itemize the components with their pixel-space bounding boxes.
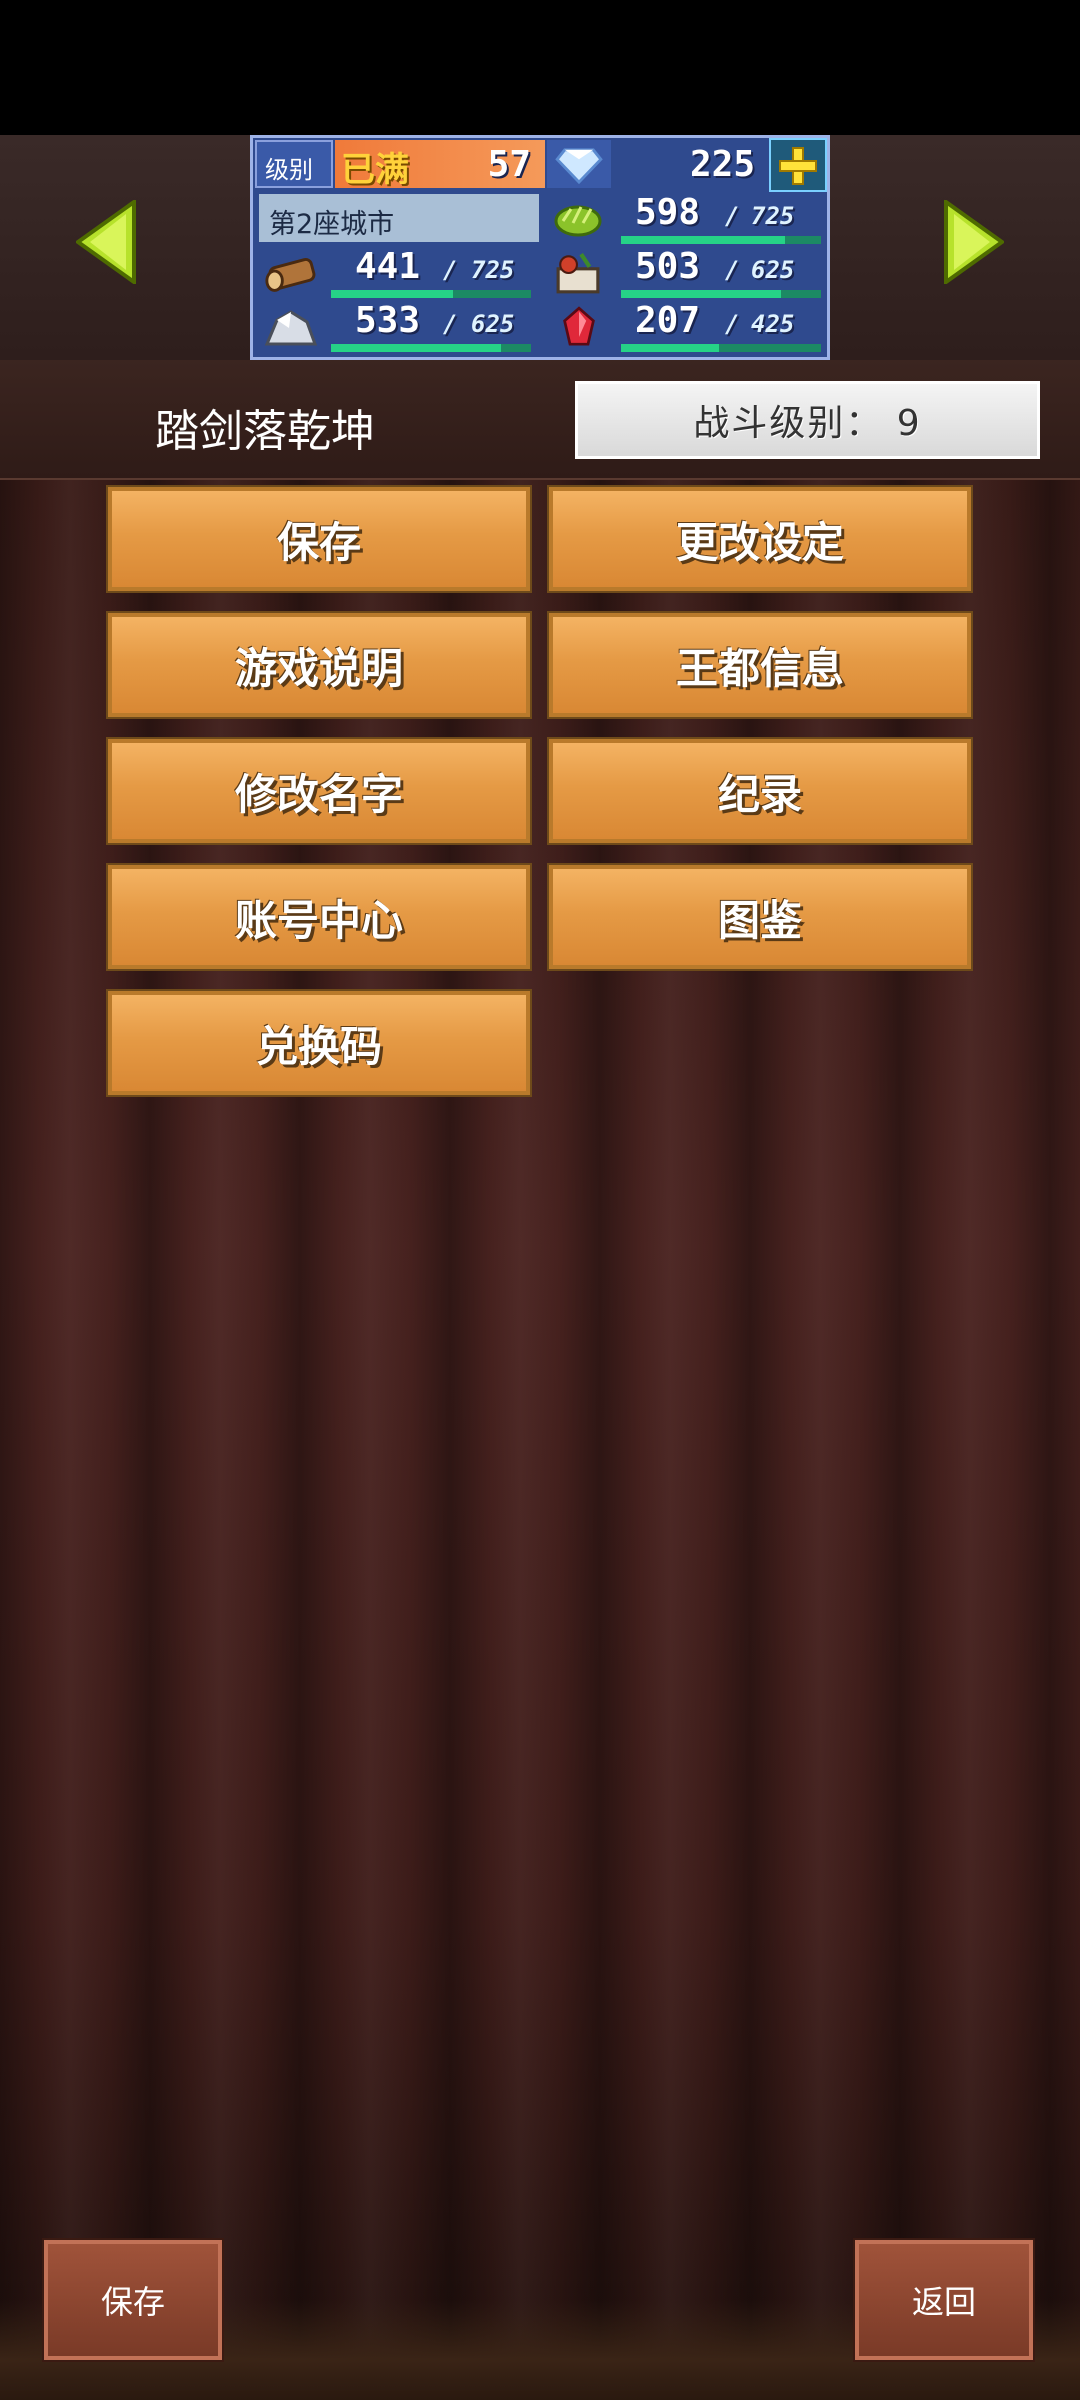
bottom-save-button[interactable]: 保存 xyxy=(42,2238,224,2362)
food-separator: / xyxy=(725,256,740,284)
food-max: 625 xyxy=(751,256,795,284)
ruby-max: 425 xyxy=(751,310,795,338)
wood-max: 725 xyxy=(471,256,515,284)
gem-icon-cell xyxy=(547,140,611,188)
gem-value-cell: 225 xyxy=(613,140,763,188)
wood-progress-bar xyxy=(331,290,531,298)
stone-ore-icon xyxy=(264,310,318,346)
game-guide-button[interactable]: 游戏说明 xyxy=(106,611,532,719)
player-name: 踏剑落乾坤 xyxy=(155,406,375,457)
status-bar xyxy=(0,0,1080,135)
stone-progress-bar xyxy=(331,344,531,352)
capital-info-button[interactable]: 王都信息 xyxy=(547,611,973,719)
ruby-progress-bar xyxy=(621,344,821,352)
ruby-progress-fill xyxy=(621,344,719,352)
plus-icon xyxy=(779,147,817,185)
food-value-cell: 503 / 625 xyxy=(613,246,823,300)
wood-value-cell: 441 / 725 xyxy=(325,246,539,300)
change-settings-button[interactable]: 更改设定 xyxy=(547,485,973,593)
grass-icon xyxy=(554,205,602,237)
ruby-icon xyxy=(563,306,595,346)
wood-progress-fill xyxy=(331,290,453,298)
diamond-icon xyxy=(555,148,603,184)
ruby-value: 207 xyxy=(635,300,701,341)
records-button[interactable]: 纪录 xyxy=(547,737,973,845)
grass-value-cell: 598 / 725 xyxy=(613,192,823,246)
grass-progress-fill xyxy=(621,236,785,244)
back-button[interactable]: 返回 xyxy=(853,2238,1035,2362)
ruby-value-cell: 207 / 425 xyxy=(613,300,823,356)
ruby-separator: / xyxy=(725,310,740,338)
city-name: 第2座城市 xyxy=(269,209,395,240)
food-basket-icon xyxy=(556,253,600,294)
level-value-cell: 已满 57 xyxy=(335,140,545,190)
food-value: 503 xyxy=(635,246,701,287)
level-label: 级别 xyxy=(265,156,313,184)
grass-max: 725 xyxy=(751,202,795,230)
city-name-cell: 第2座城市 xyxy=(259,194,539,242)
battle-level-box: 战斗级别： 9 xyxy=(575,381,1040,459)
wood-log-icon xyxy=(265,258,316,292)
account-center-button[interactable]: 账号中心 xyxy=(106,863,532,971)
food-progress-fill xyxy=(621,290,781,298)
stone-max: 625 xyxy=(471,310,515,338)
grass-progress-bar xyxy=(621,236,821,244)
ruby-icon-cell xyxy=(547,302,611,354)
max-level-badge: 已满 xyxy=(341,150,409,190)
wood-icon-cell xyxy=(259,248,323,298)
prev-city-arrow-icon[interactable] xyxy=(76,200,136,284)
food-icon-cell xyxy=(547,248,611,298)
grass-value: 598 xyxy=(635,192,701,233)
stone-separator: / xyxy=(443,310,458,338)
level-value: 57 xyxy=(487,144,531,185)
food-progress-bar xyxy=(621,290,821,298)
next-city-arrow-icon[interactable] xyxy=(944,200,1004,284)
add-gems-button[interactable] xyxy=(769,138,827,192)
encyclopedia-button[interactable]: 图鉴 xyxy=(547,863,973,971)
wood-separator: / xyxy=(443,256,458,284)
grass-separator: / xyxy=(725,202,740,230)
stone-icon-cell xyxy=(259,302,323,354)
wood-value: 441 xyxy=(355,246,421,287)
stone-value: 533 xyxy=(355,300,421,341)
stone-value-cell: 533 / 625 xyxy=(325,300,539,356)
stone-progress-fill xyxy=(331,344,501,352)
save-button[interactable]: 保存 xyxy=(106,485,532,593)
resource-panel: 级别 已满 57 225 第2座城市 598 / 725 441 / 725 5… xyxy=(250,135,830,360)
redeem-code-button[interactable]: 兑换码 xyxy=(106,989,532,1097)
rename-button[interactable]: 修改名字 xyxy=(106,737,532,845)
grass-icon-cell xyxy=(547,194,611,244)
battle-level-text: 战斗级别： 9 xyxy=(693,403,922,444)
level-label-cell: 级别 xyxy=(255,140,333,188)
gem-count: 225 xyxy=(689,144,755,185)
